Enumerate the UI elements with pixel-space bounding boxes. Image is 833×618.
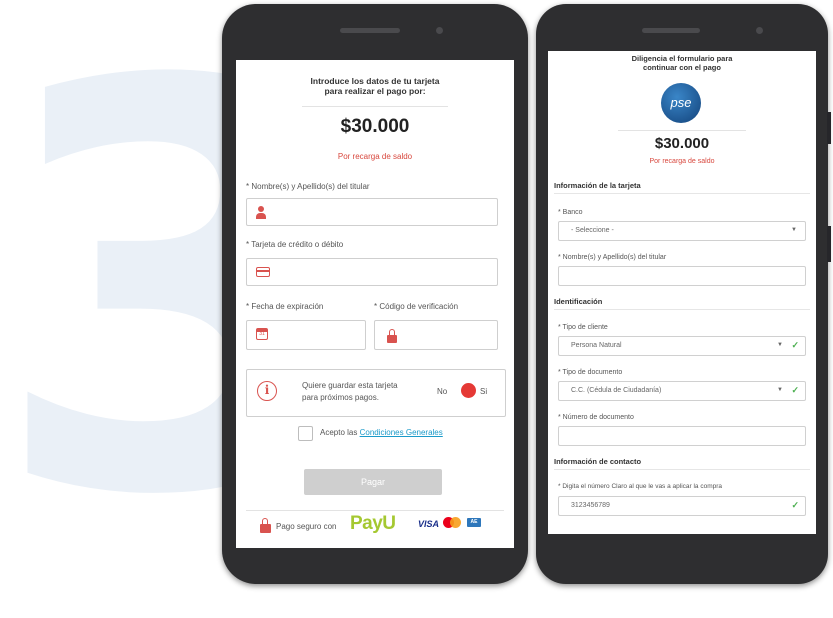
payment-amount: $30.000 [340,116,410,137]
secure-payment-text: Pago seguro con [276,522,337,531]
terms-prefix: Acepto las [320,428,358,437]
phone-pse-payment: Diligencia el formulario para continuar … [536,4,831,584]
amex-logo: AE [467,518,481,527]
client-type-select[interactable]: Persona Natural ▼ ✓ [558,336,806,356]
phone-number-label: * Digita el número Claro al que le vas a… [558,483,723,490]
document-number-label: * Número de documento [558,414,634,421]
phone-number-input[interactable]: 3123456789 ✓ [558,496,806,516]
toggle-si-label: Si [480,387,488,396]
bank-select-value: - Seleccione - [571,227,614,234]
payment-concept: Por recarga de saldo [649,158,715,165]
holder-name-input[interactable] [558,266,806,286]
phone-speaker [642,28,700,33]
check-icon: ✓ [791,340,799,350]
credit-card-icon [256,267,270,277]
card-number-input[interactable] [246,258,498,286]
divider [554,309,810,310]
client-type-label: * Tipo de cliente [558,324,608,331]
pse-form-heading-line1: Diligencia el formulario para [631,54,733,63]
info-icon: i [257,381,277,401]
terms-link[interactable]: Condiciones Generales [360,428,443,437]
phone-speaker [340,28,400,33]
cvv-input[interactable] [374,320,498,350]
person-icon [256,206,266,219]
card-number-label: * Tarjeta de crédito o débito [246,240,344,249]
divider [302,106,448,107]
chevron-down-icon: ▼ [777,387,783,393]
card-payment-screen: Introduce los datos de tu tarjeta para r… [236,60,514,548]
divider [554,469,810,470]
section-contact-info: Información de contacto [554,457,642,466]
phone-camera [436,27,443,34]
cvv-label: * Código de verificación [374,302,459,311]
phone-side-button [827,112,831,144]
secure-payment-footer: Pago seguro con PayU VISA AE [236,502,514,548]
check-icon: ✓ [791,385,799,395]
holder-name-label: * Nombre(s) y Apellido(s) del titular [246,182,370,191]
lock-icon [260,518,271,533]
save-card-box: i Quiere guardar esta tarjeta para próxi… [246,369,506,417]
holder-name-input[interactable] [246,198,498,226]
document-type-label: * Tipo de documento [558,369,623,376]
calendar-icon-day: 31 [259,331,265,337]
terms-checkbox[interactable] [298,426,313,441]
save-card-text-line1: Quiere guardar esta tarjeta [302,381,398,390]
payment-concept: Por recarga de saldo [337,152,413,161]
bank-select[interactable]: - Seleccione - ▼ [558,221,806,241]
card-form-heading-line1: Introduce los datos de tu tarjeta [310,76,440,86]
visa-logo: VISA [418,519,440,529]
payu-logo: PayU [350,513,396,534]
save-card-text-line2: para próximos pagos. [302,393,379,402]
holder-name-label: * Nombre(s) y Apellido(s) del titular [558,254,667,261]
chevron-down-icon: ▼ [791,227,797,233]
save-card-toggle[interactable] [461,383,476,398]
expiry-date-input[interactable]: 31 [246,320,366,350]
chevron-down-icon: ▼ [777,342,783,348]
divider [618,130,746,131]
toggle-no-label: No [437,387,448,396]
mastercard-logo-circle [450,517,461,528]
phone-camera [756,27,763,34]
check-icon: ✓ [791,500,799,510]
document-type-select[interactable]: C.C. (Cédula de Ciudadanía) ▼ ✓ [558,381,806,401]
expiry-date-label: * Fecha de expiración [246,302,324,311]
phone-card-payment: Introduce los datos de tu tarjeta para r… [222,4,528,584]
document-number-input[interactable] [558,426,806,446]
document-type-value: C.C. (Cédula de Ciudadanía) [571,387,662,394]
payment-amount: $30.000 [654,135,710,152]
card-form-heading-line2: para realizar el pago por: [324,86,426,96]
pay-button[interactable]: Pagar [304,469,442,495]
lock-icon [387,329,397,343]
section-identification: Identificación [554,297,603,306]
phone-number-value: 3123456789 [571,502,610,509]
pse-logo: pse [661,83,701,123]
client-type-value: Persona Natural [571,342,622,349]
bank-label: * Banco [558,209,583,216]
pse-payment-screen: Diligencia el formulario para continuar … [548,51,816,534]
phone-side-button [827,226,831,262]
section-card-info: Información de la tarjeta [554,181,641,190]
divider [554,193,810,194]
calendar-icon: 31 [256,328,268,340]
pse-form-heading-line2: continuar con el pago [643,63,721,72]
